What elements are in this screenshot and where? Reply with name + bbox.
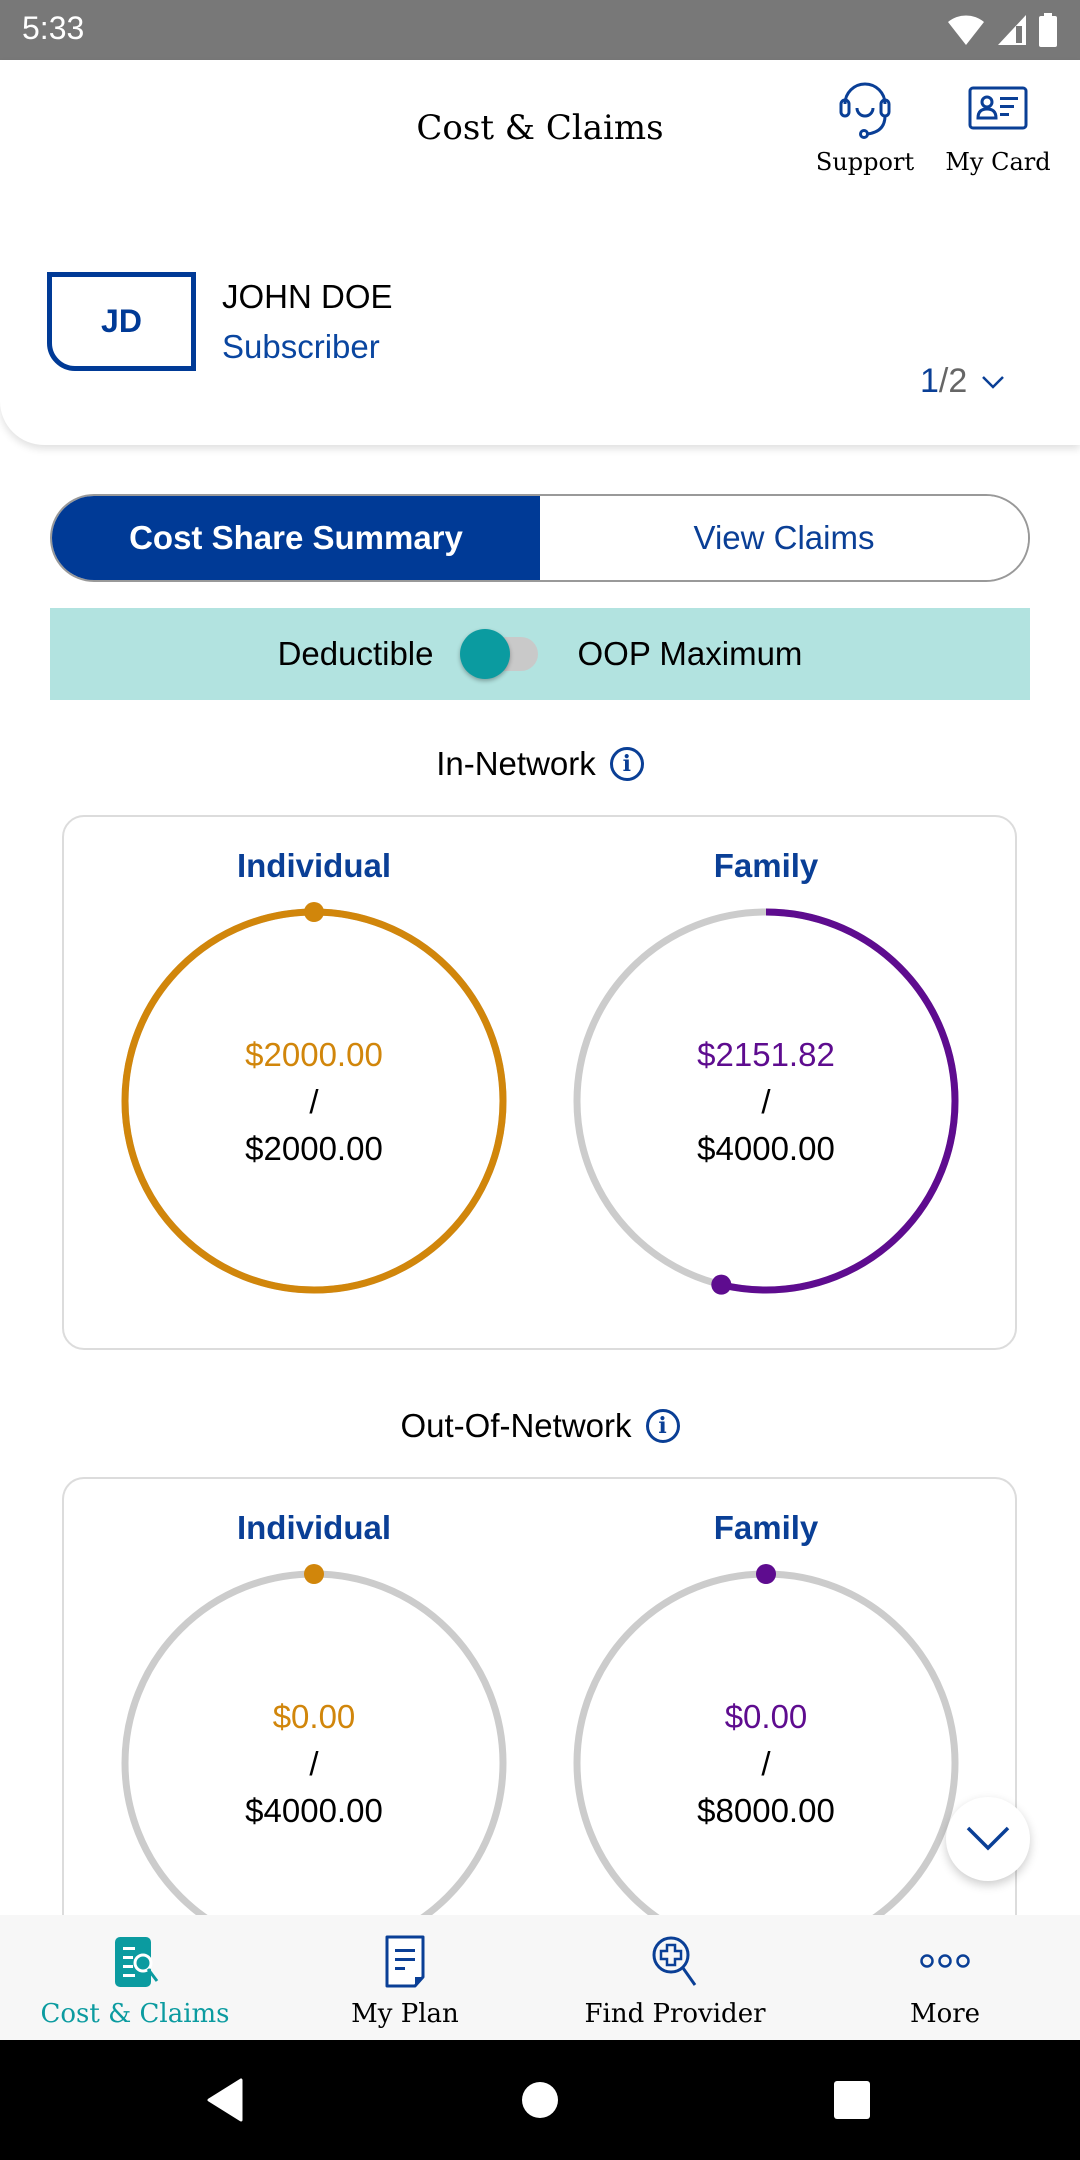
nav-cost-claims[interactable]: Cost & Claims bbox=[0, 1915, 270, 2040]
amount-separator: / bbox=[309, 1082, 319, 1120]
deductible-oop-switch[interactable] bbox=[459, 627, 540, 681]
deductible-oop-toggle-bar: Deductible OOP Maximum bbox=[50, 608, 1030, 700]
cell-signal-icon bbox=[998, 15, 1026, 45]
amount-used: $0.00 bbox=[724, 1697, 808, 1735]
out-network-title: Out-Of-Network bbox=[400, 1407, 632, 1444]
status-icons bbox=[946, 12, 1058, 48]
provider-search-icon bbox=[652, 1936, 697, 1986]
amount-separator: / bbox=[761, 1744, 771, 1782]
nav-label: More bbox=[909, 1999, 981, 2029]
oop-maximum-label: OOP Maximum bbox=[577, 635, 803, 672]
more-dots-icon bbox=[920, 1954, 970, 1968]
switch-knob bbox=[459, 629, 510, 679]
individual-title: Individual bbox=[236, 1509, 391, 1546]
nav-more[interactable]: More bbox=[810, 1915, 1080, 2040]
member-role: Subscriber bbox=[222, 328, 380, 365]
avatar: JD bbox=[47, 272, 196, 371]
pager-current: 1 bbox=[920, 362, 939, 400]
back-triangle-icon bbox=[207, 2078, 243, 2122]
in-network-card: Individual $2000.00 / $2000.00 Family $2… bbox=[62, 815, 1017, 1350]
amount-separator: / bbox=[761, 1082, 771, 1120]
view-tabs: Cost Share Summary View Claims bbox=[50, 494, 1030, 582]
nav-find-provider[interactable]: Find Provider bbox=[540, 1915, 810, 2040]
support-label: Support bbox=[815, 148, 915, 176]
family-title: Family bbox=[713, 847, 819, 884]
battery-icon bbox=[1039, 13, 1057, 47]
header-card: Cost & Claims Support My Card JD JOHN DO… bbox=[0, 60, 1080, 445]
individual-gauge: $0.00 / $4000.00 bbox=[120, 1564, 508, 1957]
my-card-button[interactable]: My Card bbox=[938, 78, 1058, 176]
system-nav-bar bbox=[0, 2040, 1080, 2160]
system-back-button[interactable] bbox=[165, 2040, 285, 2160]
family-gauge: $0.00 / $8000.00 bbox=[572, 1564, 960, 1957]
status-time: 5:33 bbox=[22, 10, 85, 46]
id-card-icon bbox=[968, 86, 1028, 130]
member-switcher[interactable]: 1/2 bbox=[920, 362, 1005, 401]
document-icon bbox=[385, 1935, 425, 1988]
in-network-heading: In-Network i bbox=[0, 745, 1080, 783]
member-name: JOHN DOE bbox=[222, 278, 393, 315]
gauge-text: $2151.82 / $4000.00 bbox=[572, 907, 960, 1295]
home-circle-icon bbox=[522, 2082, 558, 2118]
nav-label: Cost & Claims bbox=[40, 1999, 230, 2029]
amount-used: $0.00 bbox=[272, 1697, 356, 1735]
family-gauge: $2151.82 / $4000.00 bbox=[572, 907, 960, 1295]
amount-total: $8000.00 bbox=[697, 1791, 835, 1829]
in-network-title: In-Network bbox=[436, 745, 596, 782]
amount-total: $4000.00 bbox=[697, 1129, 835, 1167]
individual-gauge: $2000.00 / $2000.00 bbox=[120, 902, 508, 1295]
system-recents-button[interactable] bbox=[792, 2040, 912, 2160]
pager-total: /2 bbox=[938, 362, 968, 400]
amount-separator: / bbox=[309, 1744, 319, 1782]
gauge-text: $0.00 / $4000.00 bbox=[120, 1569, 508, 1957]
bottom-nav: Cost & Claims My Plan Find Provider More bbox=[0, 1915, 1080, 2040]
out-network-heading: Out-Of-Network i bbox=[0, 1407, 1080, 1445]
deductible-label: Deductible bbox=[277, 635, 434, 672]
amount-total: $2000.00 bbox=[245, 1129, 383, 1167]
amount-used: $2151.82 bbox=[697, 1035, 835, 1073]
member-pager-text: 1/2 bbox=[920, 362, 967, 401]
amount-total: $4000.00 bbox=[245, 1791, 383, 1829]
in-network-family: Family $2151.82 / $4000.00 bbox=[556, 817, 976, 1348]
nav-label: My Plan bbox=[351, 1999, 459, 2029]
tab-cost-share-summary[interactable]: Cost Share Summary bbox=[52, 496, 540, 580]
wifi-icon bbox=[948, 15, 984, 45]
system-home-button[interactable] bbox=[480, 2040, 600, 2160]
chevron-down-icon bbox=[982, 375, 1005, 389]
chevron-down-icon bbox=[966, 1826, 1010, 1851]
info-icon[interactable]: i bbox=[609, 747, 644, 781]
nav-label: Find Provider bbox=[584, 1999, 766, 2029]
info-icon[interactable]: i bbox=[645, 1409, 680, 1443]
in-network-individual: Individual $2000.00 / $2000.00 bbox=[104, 817, 524, 1348]
status-bar: 5:33 bbox=[0, 0, 1080, 60]
headset-icon bbox=[839, 82, 891, 139]
my-card-label: My Card bbox=[945, 148, 1051, 176]
amount-used: $2000.00 bbox=[245, 1035, 383, 1073]
nav-my-plan[interactable]: My Plan bbox=[270, 1915, 540, 2040]
support-button[interactable]: Support bbox=[805, 78, 925, 176]
individual-title: Individual bbox=[236, 847, 391, 884]
gauge-text: $0.00 / $8000.00 bbox=[572, 1569, 960, 1957]
claims-search-icon bbox=[115, 1937, 159, 1987]
family-title: Family bbox=[713, 1509, 819, 1546]
recents-square-icon bbox=[834, 2081, 870, 2119]
scroll-down-button[interactable] bbox=[946, 1797, 1030, 1881]
gauge-text: $2000.00 / $2000.00 bbox=[120, 907, 508, 1295]
tab-view-claims[interactable]: View Claims bbox=[540, 496, 1028, 580]
